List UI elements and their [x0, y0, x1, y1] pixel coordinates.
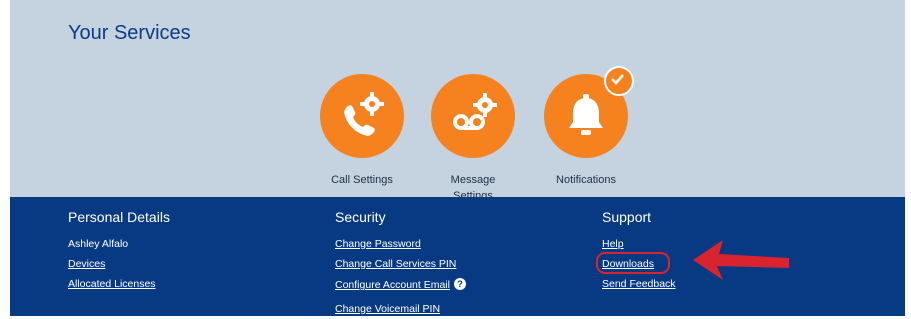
message-settings-tile[interactable]: Message Settings	[418, 74, 528, 204]
configure-account-email-row: Configure Account Email?	[335, 274, 466, 295]
page: Your Services Call Settings Message Sett…	[10, 0, 905, 316]
help-question-icon[interactable]: ?	[453, 277, 466, 290]
notifications-tile[interactable]: Notifications	[531, 66, 641, 188]
user-name: Ashley Alfalo	[68, 238, 129, 250]
notification-badge	[604, 66, 634, 96]
security-column: Security Change Password Change Call Ser…	[335, 209, 466, 319]
configure-account-email-link[interactable]: Configure Account Email	[335, 279, 450, 291]
change-password-link[interactable]: Change Password	[335, 234, 466, 254]
downloads-highlight-annotation	[596, 252, 670, 274]
change-voicemail-pin-link[interactable]: Change Voicemail PIN	[335, 299, 466, 319]
send-feedback-link[interactable]: Send Feedback	[602, 274, 676, 294]
notifications-circle[interactable]	[544, 66, 634, 158]
devices-link[interactable]: Devices	[68, 254, 170, 274]
message-settings-circle[interactable]	[431, 74, 515, 158]
help-link[interactable]: Help	[602, 234, 676, 254]
services-panel: Your Services Call Settings Message Sett…	[10, 0, 905, 202]
voicemail-gear-icon	[453, 93, 497, 130]
red-arrow-annotation	[693, 240, 789, 280]
phone-gear-icon	[344, 92, 384, 136]
call-settings-label[interactable]: Call Settings	[307, 172, 417, 188]
support-heading: Support	[602, 209, 652, 225]
change-call-services-pin-link[interactable]: Change Call Services PIN	[335, 254, 466, 274]
notifications-label[interactable]: Notifications	[531, 172, 641, 188]
personal-details-heading: Personal Details	[68, 209, 170, 225]
personal-details-column: Personal Details Ashley Alfalo Devices A…	[68, 209, 170, 294]
allocated-licenses-link[interactable]: Allocated Licenses	[68, 274, 170, 294]
services-title: Your Services	[68, 22, 191, 44]
call-settings-tile[interactable]: Call Settings	[307, 74, 417, 188]
checkmark-icon	[611, 74, 624, 85]
security-heading: Security	[335, 209, 386, 225]
call-settings-circle[interactable]	[320, 74, 404, 158]
